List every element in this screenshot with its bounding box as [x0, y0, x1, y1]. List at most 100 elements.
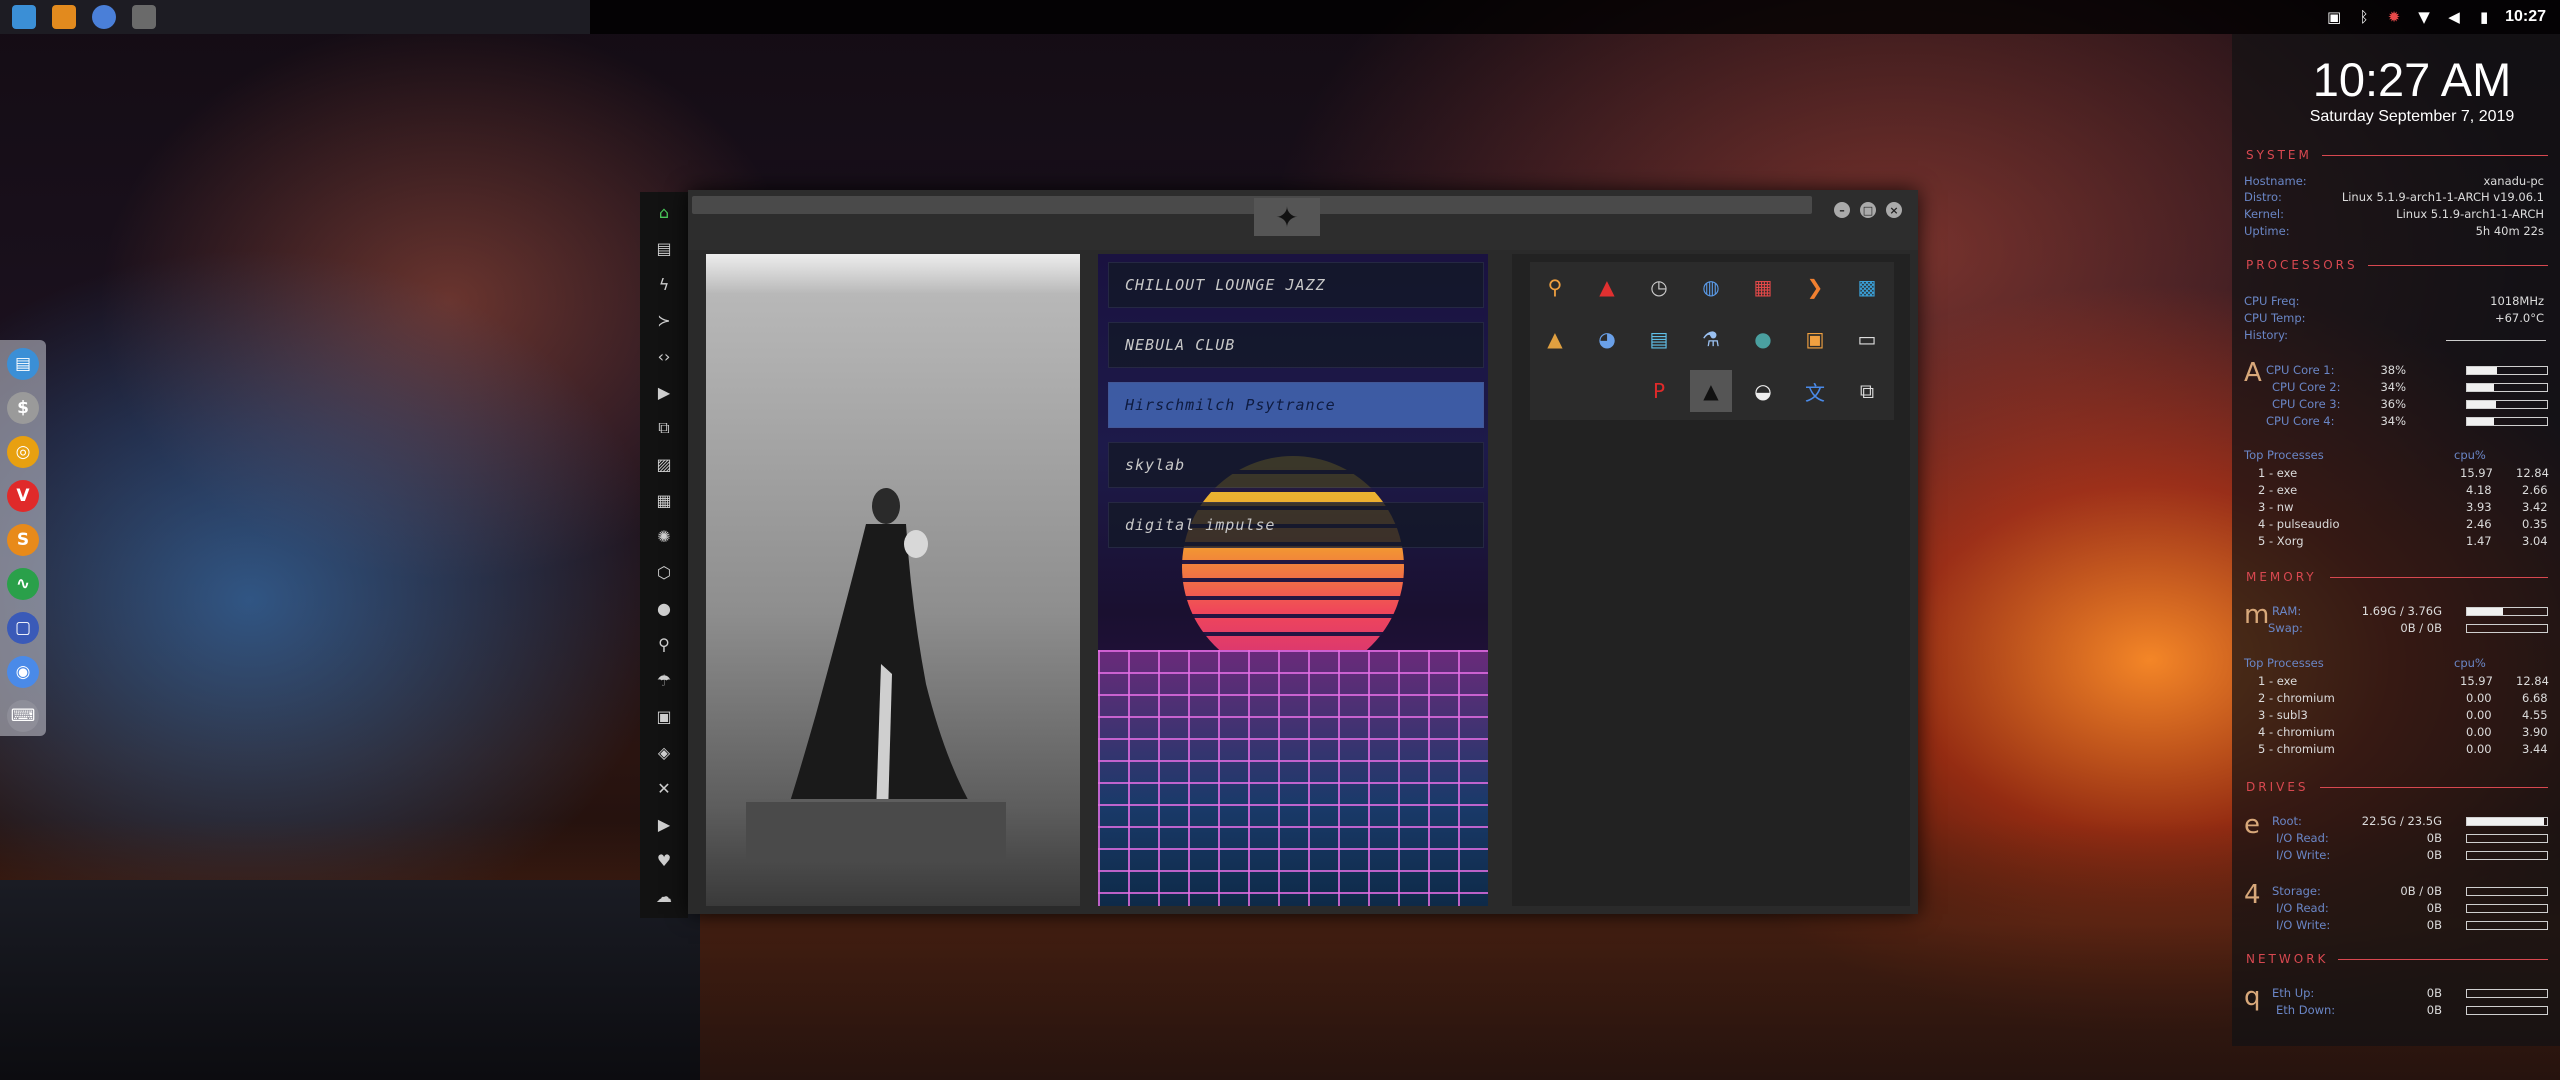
process-name: 2 - chromium	[2258, 691, 2335, 705]
cpu-process-row: 5 - Xorg 1.47 3.04	[2244, 534, 2548, 550]
calendar-app-icon[interactable]: ▦	[1742, 266, 1784, 308]
cpu-core-value: 36%	[2380, 397, 2406, 411]
playlist-item-active[interactable]: Hirschmilch Psytrance	[1108, 382, 1484, 428]
photo-panel	[706, 254, 1080, 906]
vivaldi-icon[interactable]: V	[7, 480, 39, 512]
photos-app-icon[interactable]: ▣	[1794, 318, 1836, 360]
heart-icon[interactable]: ♥	[652, 848, 676, 872]
process-mem: 2.66	[2522, 483, 2548, 497]
minimize-button[interactable]: –	[1834, 202, 1850, 218]
image-icon[interactable]: ▣	[2325, 8, 2343, 26]
storage-row: Storage: 0B / 0B	[2272, 884, 2442, 900]
app-launcher-panel: ⚲ ▲ ◷ ◍ ▦ ❯ ▩ ▲ ◕ ▤ ⚗ ● ▣ ▭ P ▲ ◒ 文 ⧉	[1512, 254, 1910, 906]
cpu-process-row: 3 - nw 3.93 3.42	[2244, 500, 2548, 516]
playlist-item[interactable]: digital impulse	[1108, 502, 1484, 548]
starfleet-app-icon[interactable]: ▲	[1690, 370, 1732, 412]
process-mem: 3.44	[2522, 742, 2548, 756]
globe-icon[interactable]: ●	[652, 596, 676, 620]
cpu-core-4-fill	[2467, 418, 2495, 425]
copy-icon[interactable]: ⧉	[652, 416, 676, 440]
battery-icon[interactable]: ▮	[2475, 8, 2493, 26]
science-app-icon[interactable]: ⚗	[1690, 318, 1732, 360]
root-fill	[2467, 818, 2544, 825]
io2-write-row: I/O Write: 0B	[2276, 918, 2442, 934]
bluetooth-icon[interactable]: ᛒ	[2355, 8, 2373, 26]
rebel-alliance-icon[interactable]: ✦	[1254, 198, 1320, 236]
code-icon[interactable]: ‹›	[652, 344, 676, 368]
cloud-icon[interactable]: ☁	[652, 884, 676, 908]
file-manager-icon[interactable]	[12, 5, 36, 29]
pinterest-app-icon[interactable]: P	[1638, 370, 1680, 412]
system-icon[interactable]: $	[7, 392, 39, 424]
pyramid-app-icon[interactable]: ▲	[1534, 318, 1576, 360]
play-icon[interactable]: ▶	[652, 380, 676, 404]
monitor-icon[interactable]: ∿	[7, 568, 39, 600]
window-app-icon[interactable]: ▭	[1846, 318, 1888, 360]
document-icon[interactable]: ▤	[652, 236, 676, 260]
playlist-item[interactable]: skylab	[1108, 442, 1484, 488]
bolt-icon[interactable]: ϟ	[652, 272, 676, 296]
mem-process-row: 5 - chromium 0.00 3.44	[2244, 742, 2548, 758]
file-manager-icon[interactable]: ▤	[7, 348, 39, 380]
mem-top-processes-col: cpu%	[2454, 656, 2486, 670]
address-bar[interactable]	[692, 196, 1812, 214]
io2-read-row: I/O Read: 0B	[2276, 901, 2442, 917]
network-app-icon[interactable]: ⧉	[1846, 370, 1888, 412]
hexagon-icon[interactable]: ⬡	[652, 560, 676, 584]
red-triangle-app-icon[interactable]: ▲	[1586, 266, 1628, 308]
terminal-icon[interactable]: ≻	[652, 308, 676, 332]
settings-icon[interactable]: ✹	[2385, 8, 2403, 26]
cpu-temp-value: +67.0°C	[2494, 311, 2544, 325]
clock-app-icon[interactable]: ◷	[1638, 266, 1680, 308]
io2-write-bar	[2466, 921, 2548, 930]
cpu-freq-row: CPU Freq: 1018MHz	[2244, 294, 2544, 310]
search-icon[interactable]: ⚲	[652, 632, 676, 656]
sublime-icon[interactable]: S	[7, 524, 39, 556]
close-button[interactable]: ×	[1886, 202, 1902, 218]
playlist-item[interactable]: NEBULA CLUB	[1108, 322, 1484, 368]
search-app-icon[interactable]: ⚲	[1534, 266, 1576, 308]
news-icon[interactable]: ▦	[652, 488, 676, 512]
window-titlebar[interactable]: ✦ – □ ×	[688, 190, 1918, 250]
expand-icon[interactable]: ✕	[652, 776, 676, 800]
youtube-icon[interactable]: ▶	[652, 812, 676, 836]
terminal-icon[interactable]	[132, 5, 156, 29]
process-name: 3 - nw	[2258, 500, 2294, 514]
process-cpu: 15.97	[2460, 674, 2493, 688]
helmet-app-icon[interactable]: ◒	[1742, 370, 1784, 412]
contact-icon[interactable]: ▣	[652, 704, 676, 728]
panel-clock[interactable]: 10:27	[2505, 8, 2546, 26]
umbrella-icon[interactable]: ☂	[652, 668, 676, 692]
wifi-icon[interactable]: ▼	[2415, 8, 2433, 26]
drives-header: DRIVES	[2246, 780, 2309, 794]
io-write-row: I/O Write: 0B	[2276, 848, 2442, 864]
earth-app-icon[interactable]: ●	[1742, 318, 1784, 360]
ubuntu-icon[interactable]: ◎	[7, 436, 39, 468]
mem-process-row: 3 - subl3 0.00 4.55	[2244, 708, 2548, 724]
translate-app-icon[interactable]: 文	[1794, 370, 1836, 412]
editor-app-icon[interactable]: ▤	[1638, 318, 1680, 360]
history-label: History:	[2244, 328, 2288, 342]
image-icon[interactable]: ▨	[652, 452, 676, 476]
globe-app-icon[interactable]: ◍	[1690, 266, 1732, 308]
arrow-app-icon[interactable]: ❯	[1794, 266, 1836, 308]
app-grid: ⚲ ▲ ◷ ◍ ▦ ❯ ▩ ▲ ◕ ▤ ⚗ ● ▣ ▭ P ▲ ◒ 文 ⧉	[1530, 262, 1894, 420]
disk-app-icon[interactable]: ◕	[1586, 318, 1628, 360]
keyboard-icon[interactable]: ⌨	[7, 700, 39, 732]
empire-icon[interactable]: ✺	[652, 524, 676, 548]
home-icon[interactable]: ⌂	[652, 200, 676, 224]
process-cpu: 0.00	[2466, 708, 2492, 722]
calculator-app-icon[interactable]: ▩	[1846, 266, 1888, 308]
playlist-item[interactable]: CHILLOUT LOUNGE JAZZ	[1108, 262, 1484, 308]
cpu-glyph: A	[2244, 358, 2262, 388]
memory-header: MEMORY	[2246, 570, 2317, 584]
conky-panel: 10:27 AM Saturday September 7, 2019 SYST…	[2232, 34, 2560, 1046]
display-icon[interactable]: ▢	[7, 612, 39, 644]
cpu-core-label: CPU Core 2:	[2272, 380, 2341, 394]
chromium-icon[interactable]: ◉	[7, 656, 39, 688]
codepen-icon[interactable]: ◈	[652, 740, 676, 764]
chromium-icon[interactable]	[92, 5, 116, 29]
volume-icon[interactable]: ◀	[2445, 8, 2463, 26]
sublime-icon[interactable]	[52, 5, 76, 29]
maximize-button[interactable]: □	[1860, 202, 1876, 218]
